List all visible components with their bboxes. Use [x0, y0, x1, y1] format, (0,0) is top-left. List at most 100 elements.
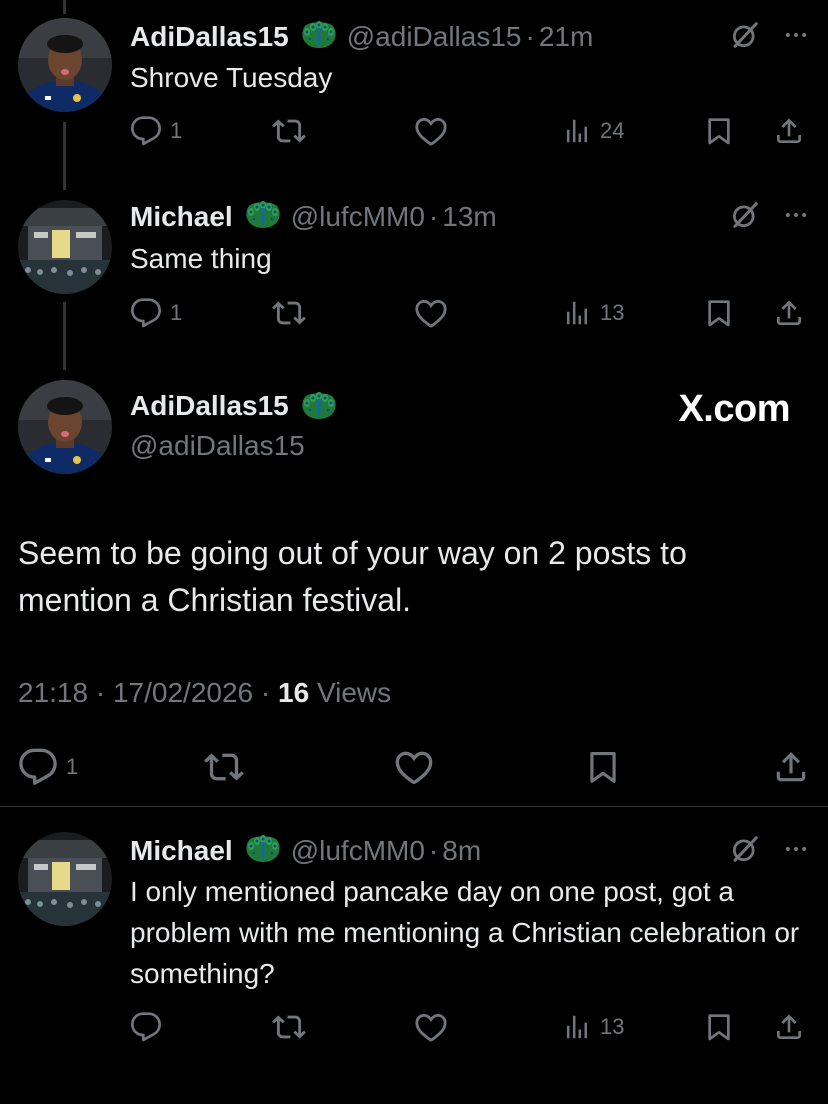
reply2-name[interactable]: Michael — [130, 201, 233, 233]
reply2-top-actions — [730, 200, 810, 230]
share-button[interactable] — [773, 1007, 805, 1047]
share-button[interactable] — [773, 293, 805, 333]
more-icon[interactable] — [782, 201, 810, 229]
like-button[interactable] — [414, 1007, 448, 1047]
main-name[interactable]: AdiDallas15 — [130, 390, 289, 422]
peacock-emoji — [299, 20, 339, 50]
repost-button[interactable] — [272, 1007, 306, 1047]
bookmark-button[interactable] — [703, 1007, 735, 1047]
avatar-michael[interactable] — [18, 832, 112, 926]
reply3-actions: 13 — [130, 1007, 810, 1047]
repost-button[interactable] — [204, 745, 244, 789]
bookmark-icon — [703, 115, 735, 147]
bookmark-icon — [703, 1011, 735, 1043]
repost-button[interactable] — [272, 111, 306, 151]
reply-button[interactable]: 1 — [18, 745, 78, 789]
views-icon — [562, 1012, 592, 1042]
repost-icon — [204, 747, 244, 787]
bookmark-button[interactable] — [703, 293, 735, 333]
reply-icon — [130, 115, 162, 147]
reply2-handle[interactable]: @lufcMM0 — [291, 201, 425, 233]
share-icon — [773, 115, 805, 147]
post-date[interactable]: 17/02/2026 — [113, 677, 253, 708]
reply1-actions: 1 24 — [130, 111, 810, 151]
heart-icon — [414, 114, 448, 148]
reply3-time[interactable]: 8m — [442, 835, 481, 867]
views-button[interactable]: 13 — [562, 1007, 624, 1047]
share-button[interactable] — [772, 745, 810, 789]
share-icon — [772, 748, 810, 786]
meta-separator: · — [95, 677, 106, 708]
views-label: Views — [316, 677, 392, 708]
more-icon[interactable] — [782, 835, 810, 863]
post-meta: 21:18 · 17/02/2026 · 16 Views — [18, 677, 391, 709]
views-count: 13 — [600, 300, 625, 325]
like-button[interactable] — [394, 745, 434, 789]
views-button[interactable]: 24 — [562, 111, 624, 151]
reply2-actions: 1 13 — [130, 293, 810, 333]
reply1-header: AdiDallas15 @adiDallas15 · 21m — [130, 16, 593, 53]
reply2-time[interactable]: 13m — [442, 201, 496, 233]
reply-button[interactable]: 1 — [130, 293, 182, 333]
repost-icon — [272, 296, 306, 330]
reply-count: 1 — [170, 118, 183, 143]
reply1-separator: · — [525, 21, 535, 52]
repost-button[interactable] — [272, 293, 306, 333]
heart-icon — [414, 296, 448, 330]
heart-icon — [414, 1010, 448, 1044]
reply3-separator: · — [428, 835, 439, 866]
reply1-time[interactable]: 21m — [539, 21, 593, 53]
grok-icon[interactable] — [730, 200, 760, 230]
share-button[interactable] — [773, 111, 805, 151]
reply1-text: Shrove Tuesday — [130, 62, 333, 93]
repost-icon — [272, 1010, 306, 1044]
reply-count: 1 — [66, 754, 79, 779]
share-icon — [773, 297, 805, 329]
main-header: AdiDallas15 — [130, 390, 347, 422]
bookmark-icon — [703, 297, 735, 329]
reply3-name[interactable]: Michael — [130, 835, 233, 867]
avatar-michael[interactable] — [18, 200, 112, 294]
x-watermark: X.com — [678, 388, 790, 430]
reply2-text: Same thing — [130, 243, 272, 274]
divider — [0, 806, 828, 807]
more-icon[interactable] — [782, 21, 810, 49]
peacock-emoji — [299, 391, 339, 421]
reply-button[interactable] — [130, 1007, 162, 1047]
share-icon — [773, 1011, 805, 1043]
reply3-text: I only mentioned pancake day on one post… — [130, 876, 800, 989]
bookmark-button[interactable] — [703, 111, 735, 151]
avatar-adidallas[interactable] — [18, 380, 112, 474]
like-button[interactable] — [414, 293, 448, 333]
main-post-text: Seem to be going out of your way on 2 po… — [18, 535, 687, 618]
reply3-header: Michael @lufcMM0 · 8m — [130, 830, 481, 867]
reply1-name[interactable]: AdiDallas15 — [130, 21, 289, 53]
post-time[interactable]: 21:18 — [18, 677, 88, 708]
reply-count: 1 — [170, 300, 183, 325]
main-handle[interactable]: @adiDallas15 — [130, 430, 305, 462]
peacock-emoji — [243, 834, 283, 864]
reply2-header: Michael @lufcMM0 · 13m — [130, 196, 497, 233]
avatar-adidallas[interactable] — [18, 18, 112, 112]
thread-line-1 — [63, 122, 66, 190]
thread-line-top — [63, 0, 66, 14]
bookmark-icon — [584, 748, 622, 786]
repost-icon — [272, 114, 306, 148]
grok-icon[interactable] — [730, 834, 760, 864]
views-button[interactable]: 13 — [562, 293, 624, 333]
reply2-separator: · — [428, 201, 439, 232]
views-count: 13 — [600, 1014, 625, 1039]
main-actions: 1 — [18, 745, 810, 789]
views-icon — [562, 116, 592, 146]
grok-icon[interactable] — [730, 20, 760, 50]
reply3-handle[interactable]: @lufcMM0 — [291, 835, 425, 867]
reply1-top-actions — [730, 20, 810, 50]
bookmark-button[interactable] — [584, 745, 622, 789]
peacock-emoji — [243, 200, 283, 230]
like-button[interactable] — [414, 111, 448, 151]
views-icon — [562, 298, 592, 328]
reply-icon — [130, 1011, 162, 1043]
reply1-handle[interactable]: @adiDallas15 — [347, 21, 522, 53]
views-count: 16 — [278, 677, 310, 708]
reply-button[interactable]: 1 — [130, 111, 182, 151]
